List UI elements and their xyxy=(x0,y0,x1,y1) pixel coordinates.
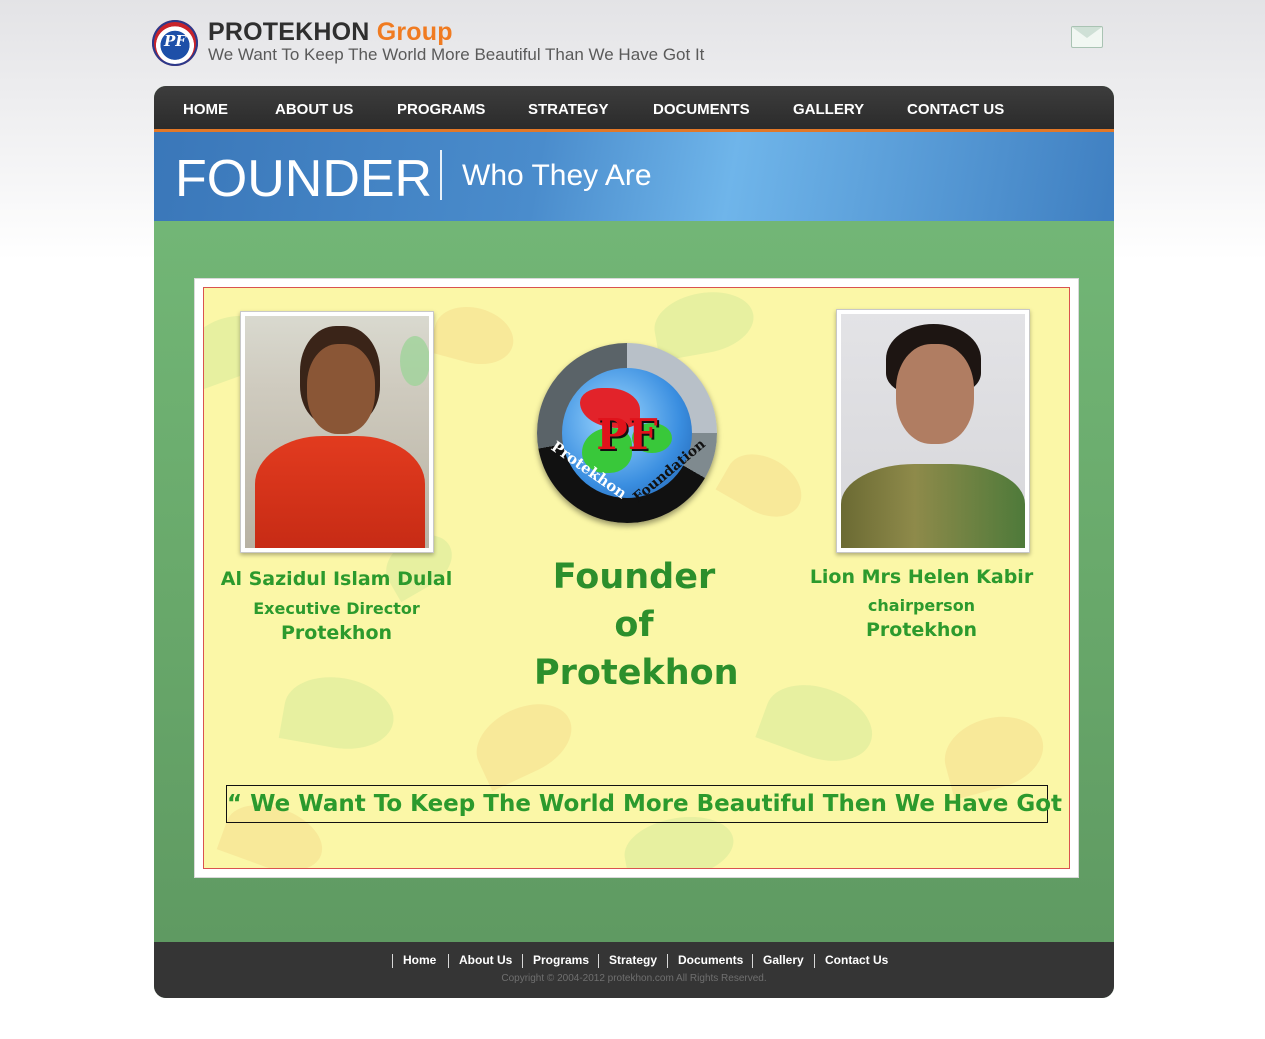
footer-link-strategy[interactable]: Strategy xyxy=(609,953,657,967)
main-frame: HOME ABOUT US PROGRAMS STRATEGY DOCUMENT… xyxy=(154,86,1114,998)
footer-link-gallery[interactable]: Gallery xyxy=(763,953,804,967)
site-tagline: We Want To Keep The World More Beautiful… xyxy=(208,45,705,64)
left-person-name: Al Sazidul Islam Dulal xyxy=(220,568,453,590)
right-person-name: Lion Mrs Helen Kabir xyxy=(809,566,1034,588)
nav-item-about-us[interactable]: ABOUT US xyxy=(275,101,353,118)
footer-link-about-us[interactable]: About Us xyxy=(459,953,512,967)
founder-photo-right[interactable] xyxy=(836,309,1030,553)
footer-separator xyxy=(448,954,449,968)
founder-card: Al Sazidul Islam Dulal Executive Directo… xyxy=(194,278,1079,878)
mission-quote: “ We Want To Keep The World More Beautif… xyxy=(226,785,1069,823)
person-face-shape xyxy=(307,344,375,434)
right-person-org: Protekhon xyxy=(865,619,978,641)
footer-separator xyxy=(598,954,599,968)
copyright-text: Copyright © 2004-2012 protekhon.com All … xyxy=(501,973,767,984)
page-title: FOUNDER xyxy=(175,150,433,208)
footer-separator xyxy=(392,954,393,968)
founder-photo-right-image xyxy=(841,314,1025,548)
mail-icon[interactable] xyxy=(1071,26,1103,48)
bird-pattern-shape xyxy=(464,689,584,792)
right-person-role: chairperson xyxy=(867,596,976,615)
founder-photo-left-image xyxy=(245,316,429,548)
site-header: PF PROTEKHON Group We Want To Keep The W… xyxy=(150,18,1120,78)
nav-item-gallery[interactable]: GALLERY xyxy=(793,101,864,118)
content-area: Al Sazidul Islam Dulal Executive Directo… xyxy=(154,221,1114,942)
footer-separator xyxy=(522,954,523,968)
brand-name-main: PROTEKHON xyxy=(208,18,370,46)
logo-initials: PF xyxy=(164,32,186,50)
nav-item-strategy[interactable]: STRATEGY xyxy=(528,101,609,118)
nav-item-contact-us[interactable]: CONTACT US xyxy=(907,101,1004,118)
bird-pattern-shape xyxy=(278,668,400,758)
footer-link-programs[interactable]: Programs xyxy=(533,953,589,967)
person-shirt-shape xyxy=(255,436,425,548)
founder-heading-line: Founder xyxy=(552,557,716,597)
nav-item-programs[interactable]: PROGRAMS xyxy=(397,101,485,118)
bird-pattern-shape xyxy=(649,288,759,362)
site-footer: Home About Us Programs Strategy Document… xyxy=(154,942,1114,998)
footer-link-home[interactable]: Home xyxy=(403,953,436,967)
protekhon-logo-icon[interactable]: PF xyxy=(152,20,198,66)
main-navigation: HOME ABOUT US PROGRAMS STRATEGY DOCUMENT… xyxy=(154,86,1114,132)
founder-heading: Founder of Protekhon xyxy=(534,553,739,697)
balloon-shape xyxy=(400,336,429,386)
footer-link-documents[interactable]: Documents xyxy=(678,953,743,967)
page-subtitle: Who They Are xyxy=(462,159,652,192)
bird-pattern-shape xyxy=(428,298,520,373)
nav-item-home[interactable]: HOME xyxy=(183,101,228,118)
footer-separator xyxy=(752,954,753,968)
brand-name-suffix: Group xyxy=(376,18,453,46)
person-saree-shape xyxy=(841,464,1025,548)
founder-poster: Al Sazidul Islam Dulal Executive Directo… xyxy=(203,287,1070,869)
protekhon-foundation-emblem: PF Protekhon Foundation xyxy=(537,343,717,523)
left-person-org: Protekhon xyxy=(280,622,393,644)
founder-photo-left[interactable] xyxy=(240,311,434,553)
nav-item-documents[interactable]: DOCUMENTS xyxy=(653,101,750,118)
bird-pattern-shape xyxy=(755,671,883,775)
footer-link-contact-us[interactable]: Contact Us xyxy=(825,953,888,967)
page-banner: FOUNDER Who They Are xyxy=(154,132,1114,221)
founder-heading-line: of xyxy=(614,605,654,645)
founder-heading-line: Protekhon xyxy=(534,653,739,693)
person-face-shape xyxy=(896,344,974,444)
banner-divider xyxy=(440,150,442,200)
emblem-initials: PF xyxy=(596,410,658,459)
footer-separator xyxy=(814,954,815,968)
bird-pattern-shape xyxy=(715,441,813,530)
brand-name[interactable]: PROTEKHON Group xyxy=(208,18,453,47)
footer-separator xyxy=(667,954,668,968)
left-person-role: Executive Director xyxy=(253,599,420,618)
